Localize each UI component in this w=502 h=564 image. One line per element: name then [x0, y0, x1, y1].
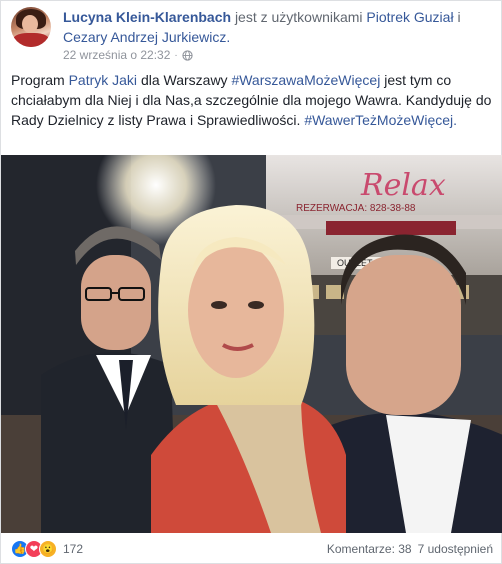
author-avatar[interactable]: [11, 7, 51, 47]
hashtag-link[interactable]: #WarszawaMożeWięcej: [231, 72, 380, 88]
comments-count-link[interactable]: Komentarze: 38: [327, 542, 412, 556]
post-timestamp[interactable]: 22 września o 22:32: [63, 48, 170, 62]
selfie-image: Relax REZERWACJA: 828-38-88 OUTLET: [1, 155, 502, 533]
facebook-post: Lucyna Klein-Klarenbach jest z użytkowni…: [0, 0, 502, 564]
sign-relax: Relax: [360, 168, 446, 203]
shares-count-link[interactable]: 7 udostępnień: [418, 542, 493, 556]
post-header-text: Lucyna Klein-Klarenbach jest z użytkowni…: [63, 7, 493, 47]
sign-reservation: REZERWACJA: 828-38-88: [296, 203, 416, 214]
tagged-user-link-2[interactable]: Cezary Andrzej Jurkiewicz.: [63, 29, 230, 45]
with-text: jest z użytkownikami: [234, 9, 363, 25]
reaction-count: 172: [63, 542, 84, 556]
post-text-part: dla Warszawy: [140, 72, 228, 88]
post-footer: 👍 ❤ 😮 172 Komentarze: 38 7 udostępnień: [11, 537, 493, 561]
post-meta: 22 września o 22:32 ·: [63, 48, 193, 62]
and-text: i: [457, 9, 461, 25]
meta-separator: ·: [174, 49, 178, 61]
post-text-part: Program: [11, 72, 65, 88]
author-name-link[interactable]: Lucyna Klein-Klarenbach: [63, 9, 231, 25]
tagged-user-link-1[interactable]: Piotrek Guział: [366, 9, 453, 25]
post-message: Program Patryk Jaki dla Warszawy #Warsza…: [11, 70, 493, 130]
mention-link[interactable]: Patryk Jaki: [69, 72, 137, 88]
reactions-summary[interactable]: 👍 ❤ 😮 172: [11, 540, 83, 558]
wow-icon: 😮: [39, 540, 57, 558]
hashtag-link[interactable]: #WawerTeżMożeWięcej.: [304, 112, 457, 128]
globe-icon[interactable]: [182, 49, 193, 61]
post-photo[interactable]: Relax REZERWACJA: 828-38-88 OUTLET: [1, 155, 502, 533]
post-header: Lucyna Klein-Klarenbach jest z użytkowni…: [11, 7, 493, 62]
engagement-counts: Komentarze: 38 7 udostępnień: [327, 542, 493, 556]
